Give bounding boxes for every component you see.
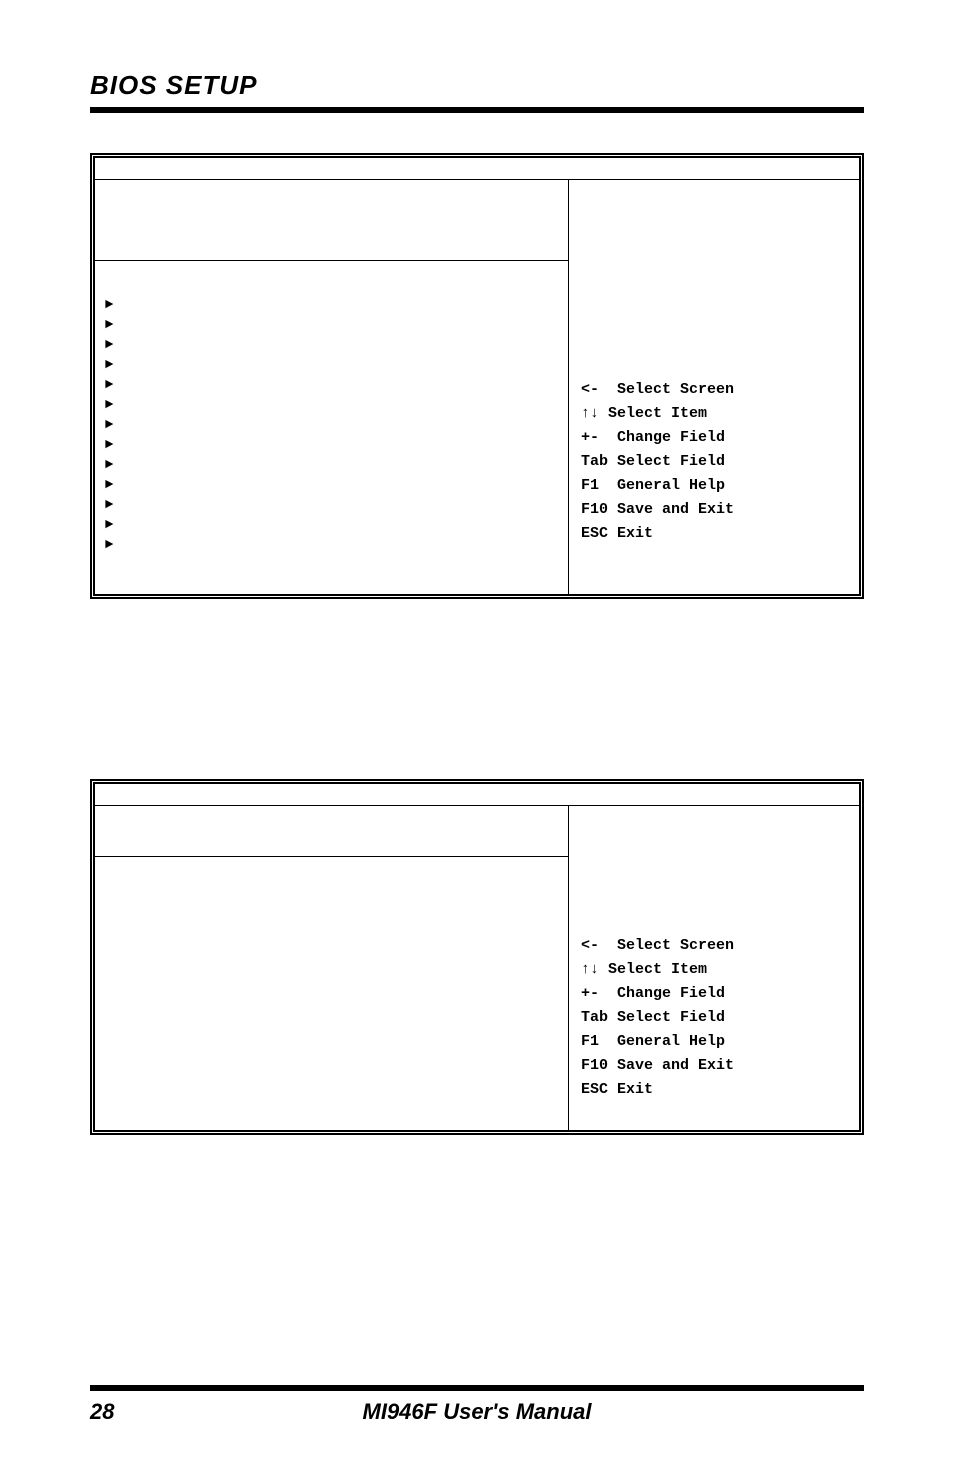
help-select-screen: <- Select Screen [581, 934, 847, 958]
help-select-field: Tab Select Field [581, 1006, 847, 1030]
bios-box-1-subheader-left [95, 180, 569, 260]
help-select-field: Tab Select Field [581, 450, 847, 474]
bios-box-2-subheader-left [95, 806, 569, 856]
help-select-screen: <- Select Screen [581, 378, 847, 402]
bios-box-1-title-row [95, 158, 859, 180]
bios-box-2-body-left [95, 856, 569, 1130]
help-change-field: +- Change Field [581, 982, 847, 1006]
menu-arrow: ► [105, 535, 558, 555]
menu-arrow: ► [105, 515, 558, 535]
menu-arrow: ► [105, 495, 558, 515]
page-header: BIOS SETUP [90, 70, 864, 101]
bios-box-1-menu-left: ► ► ► ► ► ► ► ► ► ► ► ► ► [95, 260, 569, 594]
help-general-help: F1 General Help [581, 474, 847, 498]
bios-box-1-help-panel: <- Select Screen ↑↓ Select Item +- Chang… [569, 260, 859, 594]
menu-arrow: ► [105, 435, 558, 455]
help-esc-exit: ESC Exit [581, 522, 847, 546]
menu-arrow: ► [105, 355, 558, 375]
menu-arrow: ► [105, 375, 558, 395]
menu-arrow: ► [105, 295, 558, 315]
help-esc-exit: ESC Exit [581, 1078, 847, 1102]
bios-box-2-subheader-right [569, 806, 859, 856]
help-change-field: +- Change Field [581, 426, 847, 450]
help-select-item: ↑↓ Select Item [581, 958, 847, 982]
menu-arrow: ► [105, 415, 558, 435]
help-select-item: ↑↓ Select Item [581, 402, 847, 426]
menu-arrow: ► [105, 475, 558, 495]
bios-box-2-help-panel: <- Select Screen ↑↓ Select Item +- Chang… [569, 856, 859, 1130]
footer-title: MI946F User's Manual [150, 1399, 804, 1425]
menu-arrow: ► [105, 455, 558, 475]
help-general-help: F1 General Help [581, 1030, 847, 1054]
header-rule [90, 107, 864, 113]
page-footer: 28 MI946F User's Manual [90, 1377, 864, 1425]
menu-arrow: ► [105, 315, 558, 335]
footer-rule [90, 1385, 864, 1391]
help-save-exit: F10 Save and Exit [581, 1054, 847, 1078]
page-number: 28 [90, 1399, 150, 1425]
menu-arrow: ► [105, 395, 558, 415]
bios-box-2-title-row [95, 784, 859, 806]
help-save-exit: F10 Save and Exit [581, 498, 847, 522]
bios-box-1: ► ► ► ► ► ► ► ► ► ► ► ► ► <- Select Scre… [90, 153, 864, 599]
menu-arrow: ► [105, 335, 558, 355]
bios-box-2: <- Select Screen ↑↓ Select Item +- Chang… [90, 779, 864, 1135]
bios-box-1-subheader-right [569, 180, 859, 260]
